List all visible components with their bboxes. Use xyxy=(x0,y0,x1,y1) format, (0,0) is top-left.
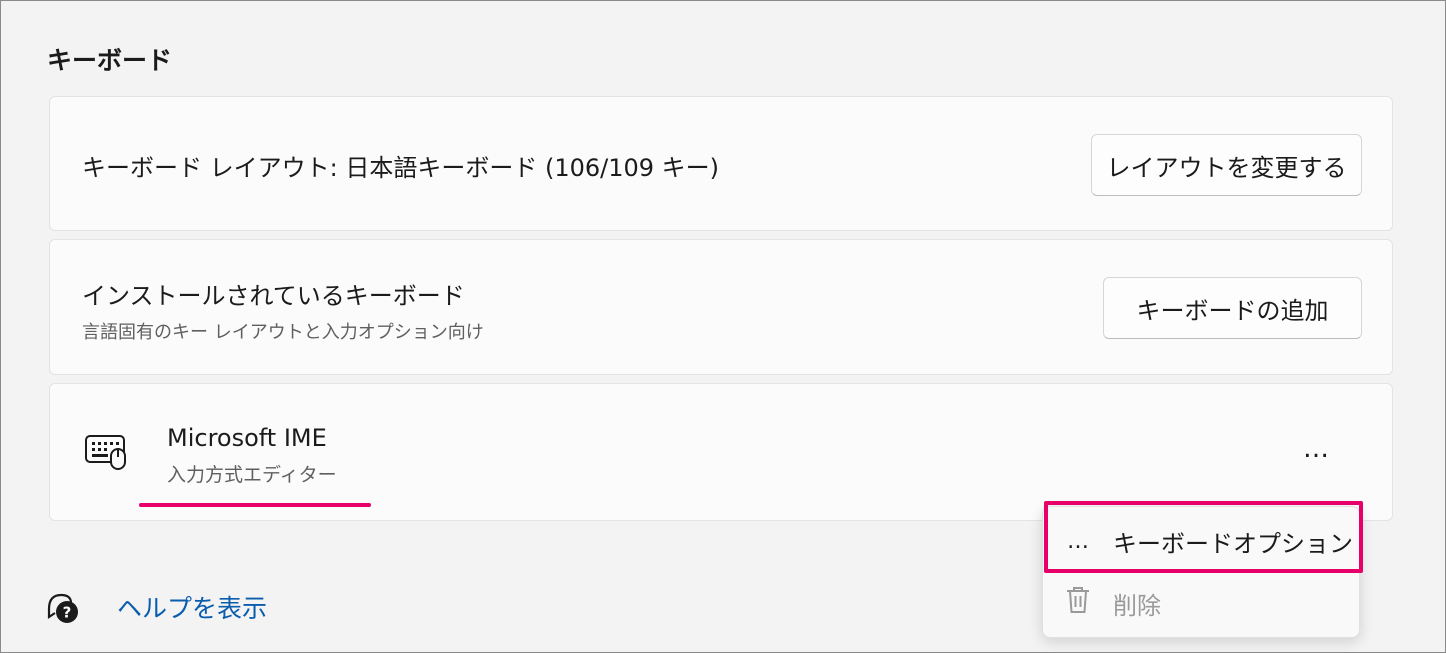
installed-keyboards-title: インストールされているキーボード xyxy=(82,282,465,310)
help-link[interactable]: ヘルプを表示 xyxy=(117,589,267,625)
trash-icon xyxy=(1043,585,1113,621)
ime-subtitle-underline xyxy=(139,503,371,507)
svg-text:?: ? xyxy=(63,604,72,622)
add-keyboard-button[interactable]: キーボードの追加 xyxy=(1103,277,1362,339)
ime-subtitle: 入力方式エディター xyxy=(167,464,337,486)
highlight-box xyxy=(1044,501,1363,573)
change-layout-button[interactable]: レイアウトを変更する xyxy=(1091,134,1362,196)
menu-item-delete[interactable]: 削除 xyxy=(1043,575,1359,631)
ime-name: Microsoft IME xyxy=(167,424,327,452)
installed-keyboards-subtitle: 言語固有のキー レイアウトと入力オプション向け xyxy=(82,322,484,343)
help-chat-icon: ? xyxy=(47,593,78,623)
keyboard-mouse-icon xyxy=(85,435,126,470)
settings-window: キーボード キーボード レイアウト: 日本語キーボード (106/109 キー)… xyxy=(0,0,1446,653)
more-options-button[interactable]: … xyxy=(1303,436,1330,462)
section-title: キーボード xyxy=(47,46,173,75)
installed-keyboards-card: インストールされているキーボード 言語固有のキー レイアウトと入力オプション向け… xyxy=(49,239,1393,375)
help-row[interactable]: ? ヘルプを表示 xyxy=(45,587,267,627)
keyboard-layout-text: キーボード レイアウト: 日本語キーボード (106/109 キー) xyxy=(82,154,720,182)
keyboard-layout-card: キーボード レイアウト: 日本語キーボード (106/109 キー) レイアウト… xyxy=(49,96,1393,231)
menu-item-label: 削除 xyxy=(1113,591,1161,620)
